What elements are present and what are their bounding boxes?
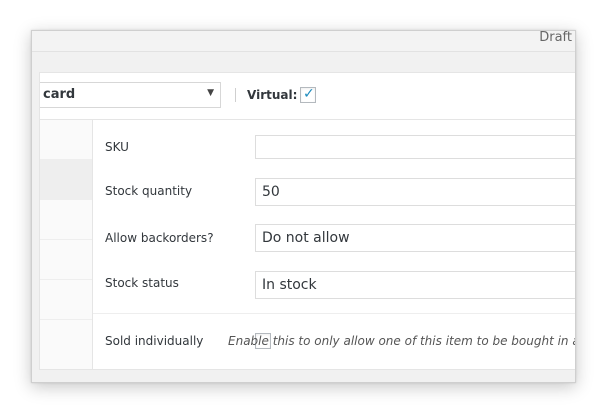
- stock-status-value: In stock: [262, 277, 317, 293]
- allow-backorders-select[interactable]: Do not allow: [255, 224, 575, 252]
- sku-label: SKU: [105, 140, 129, 154]
- stock-status-row: Stock status In stock: [93, 264, 575, 312]
- allow-backorders-label: Allow backorders?: [105, 231, 214, 245]
- allow-backorders-value: Do not allow: [262, 230, 350, 246]
- product-type-value: card: [43, 87, 76, 102]
- product-tab-5[interactable]: [40, 280, 92, 320]
- post-status: Draft: [539, 30, 572, 45]
- product-data-header: card ▼ Virtual: ✓: [40, 73, 575, 120]
- stock-quantity-row: Stock quantity 50: [93, 170, 575, 216]
- stock-quantity-label: Stock quantity: [105, 184, 193, 198]
- section-divider: [93, 313, 575, 314]
- virtual-label: Virtual:: [247, 88, 298, 102]
- stock-quantity-input[interactable]: 50: [255, 178, 575, 206]
- checkmark-icon: ✓: [303, 86, 315, 102]
- stock-status-select[interactable]: In stock: [255, 271, 575, 299]
- header-separator: [235, 88, 236, 102]
- product-tab-6[interactable]: [40, 320, 92, 360]
- product-data-tabs: [40, 120, 93, 369]
- sku-row: SKU: [93, 120, 575, 170]
- product-tab-2-active[interactable]: [40, 160, 92, 200]
- stock-quantity-value: 50: [262, 184, 280, 200]
- caret-down-icon: ▼: [207, 88, 214, 98]
- product-tab-3[interactable]: [40, 200, 92, 240]
- top-bar: Draft: [32, 31, 575, 52]
- stock-status-label: Stock status: [105, 276, 179, 290]
- product-type-select[interactable]: card ▼: [40, 82, 221, 108]
- sold-individually-description: Enable this to only allow one of this it…: [228, 334, 575, 348]
- allow-backorders-row: Allow backorders? Do not allow: [93, 216, 575, 264]
- sku-input[interactable]: [255, 135, 575, 159]
- product-tab-1[interactable]: [40, 120, 92, 160]
- virtual-checkbox[interactable]: ✓: [300, 86, 316, 103]
- app-window: Draft card ▼ Virtual: ✓ SKU Stock quanti…: [31, 30, 576, 383]
- product-tab-4[interactable]: [40, 240, 92, 280]
- product-data-panel: card ▼ Virtual: ✓ SKU Stock quantity 50 …: [39, 72, 575, 370]
- sold-individually-label: Sold individually: [105, 334, 204, 348]
